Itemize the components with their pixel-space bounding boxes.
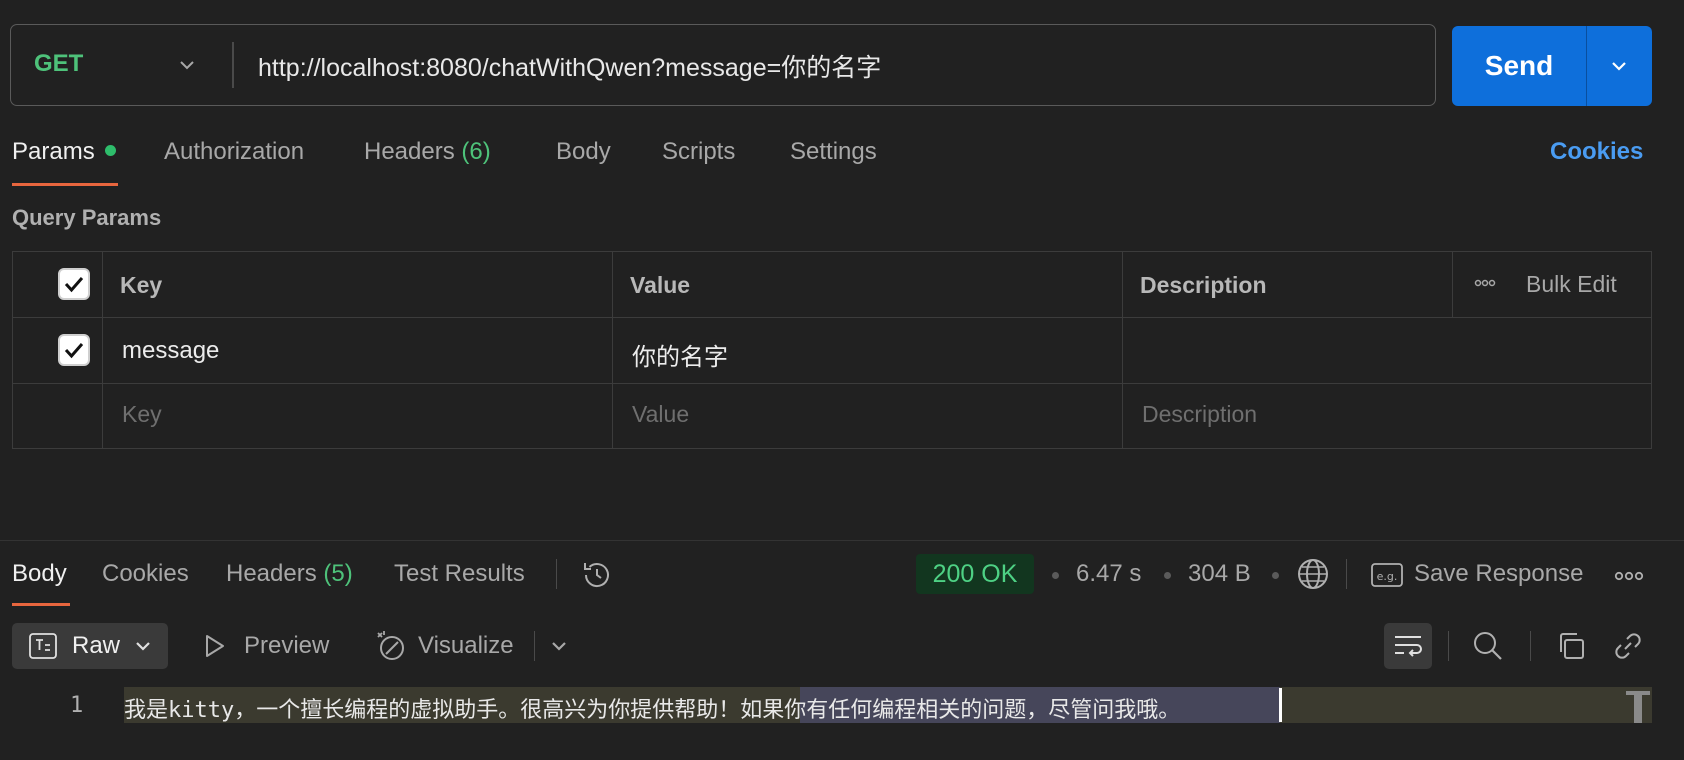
divider [612, 251, 613, 449]
column-header-value: Value [630, 272, 691, 298]
scrollbar-thumb[interactable] [1624, 689, 1652, 723]
separator-dot [1272, 572, 1279, 579]
response-tab-body[interactable]: Body [12, 560, 67, 588]
divider [12, 383, 1652, 384]
divider [1586, 26, 1587, 106]
divider [102, 251, 103, 449]
params-active-dot [104, 145, 116, 157]
line-number: 1 [70, 693, 84, 718]
separator-dot [1052, 572, 1059, 579]
chevron-down-icon [132, 636, 154, 656]
column-header-description: Description [1140, 272, 1267, 298]
divider [232, 42, 234, 88]
tab-headers[interactable]: Headers (6) [364, 138, 491, 166]
visualize-button[interactable]: Visualize [418, 632, 514, 660]
bulk-edit-button[interactable]: Bulk Edit [1526, 271, 1617, 298]
tab-settings[interactable]: Settings [790, 138, 877, 166]
wrap-lines-icon [1392, 631, 1424, 661]
divider [534, 631, 535, 661]
text-cursor [1279, 688, 1282, 722]
tab-authorization[interactable]: Authorization [164, 138, 304, 166]
status-badge: 200 OK [916, 554, 1034, 594]
svg-text:e.g.: e.g. [1377, 570, 1398, 583]
send-button[interactable]: Send [1452, 26, 1586, 106]
divider [1452, 251, 1453, 317]
more-options-icon[interactable] [1614, 568, 1644, 584]
chevron-down-icon[interactable] [176, 54, 198, 76]
response-tab-test-results[interactable]: Test Results [394, 560, 525, 588]
format-label: Raw [72, 632, 121, 659]
divider [556, 559, 557, 589]
send-options-chevron-icon[interactable] [1606, 54, 1632, 78]
line-highlight [1280, 687, 1652, 723]
response-tab-cookies[interactable]: Cookies [102, 560, 189, 588]
method-select[interactable]: GET [34, 50, 83, 78]
param-key[interactable]: message [122, 337, 219, 365]
play-icon[interactable] [202, 632, 228, 660]
column-header-key: Key [120, 272, 163, 298]
search-icon[interactable] [1472, 630, 1504, 662]
more-options-icon[interactable] [1474, 276, 1496, 290]
save-response-button[interactable]: Save Response [1414, 560, 1583, 588]
divider [1448, 631, 1449, 661]
link-icon[interactable] [1612, 630, 1644, 662]
chevron-down-icon[interactable] [548, 636, 570, 656]
divider [1346, 559, 1347, 589]
params-table [12, 251, 1652, 449]
divider [0, 540, 1684, 541]
visualize-icon[interactable] [374, 629, 408, 663]
url-input[interactable]: http://localhost:8080/chatWithQwen?messa… [258, 48, 881, 84]
raw-icon [28, 632, 58, 660]
param-checkbox[interactable] [58, 334, 90, 366]
response-time: 6.47 s [1076, 560, 1142, 587]
example-icon[interactable]: e.g. [1370, 561, 1404, 589]
separator-dot [1164, 572, 1171, 579]
copy-icon[interactable] [1556, 631, 1586, 661]
cookies-link[interactable]: Cookies [1550, 138, 1643, 166]
new-key-input[interactable]: Key [122, 401, 162, 428]
param-value[interactable]: 你的名字 [632, 337, 728, 372]
select-all-checkbox[interactable] [58, 268, 90, 300]
tab-body[interactable]: Body [556, 138, 611, 166]
preview-button[interactable]: Preview [244, 632, 329, 660]
query-params-title: Query Params [12, 205, 162, 230]
tab-params[interactable]: Params [12, 138, 116, 166]
divider [1530, 631, 1531, 661]
new-description-input[interactable]: Description [1142, 401, 1257, 428]
divider [12, 317, 1652, 318]
response-tab-headers[interactable]: Headers (5) [226, 560, 353, 588]
globe-icon[interactable] [1296, 557, 1330, 591]
history-icon[interactable] [580, 558, 614, 592]
tab-scripts[interactable]: Scripts [662, 138, 735, 166]
active-tab-indicator [12, 603, 70, 606]
response-size: 304 B [1188, 560, 1251, 587]
divider [1122, 251, 1123, 449]
active-tab-indicator [12, 183, 118, 186]
new-value-input[interactable]: Value [632, 401, 689, 428]
response-body-text[interactable]: 我是kitty，一个擅长编程的虚拟助手。很高兴为你提供帮助！如果你有任何编程相关… [124, 692, 1180, 724]
